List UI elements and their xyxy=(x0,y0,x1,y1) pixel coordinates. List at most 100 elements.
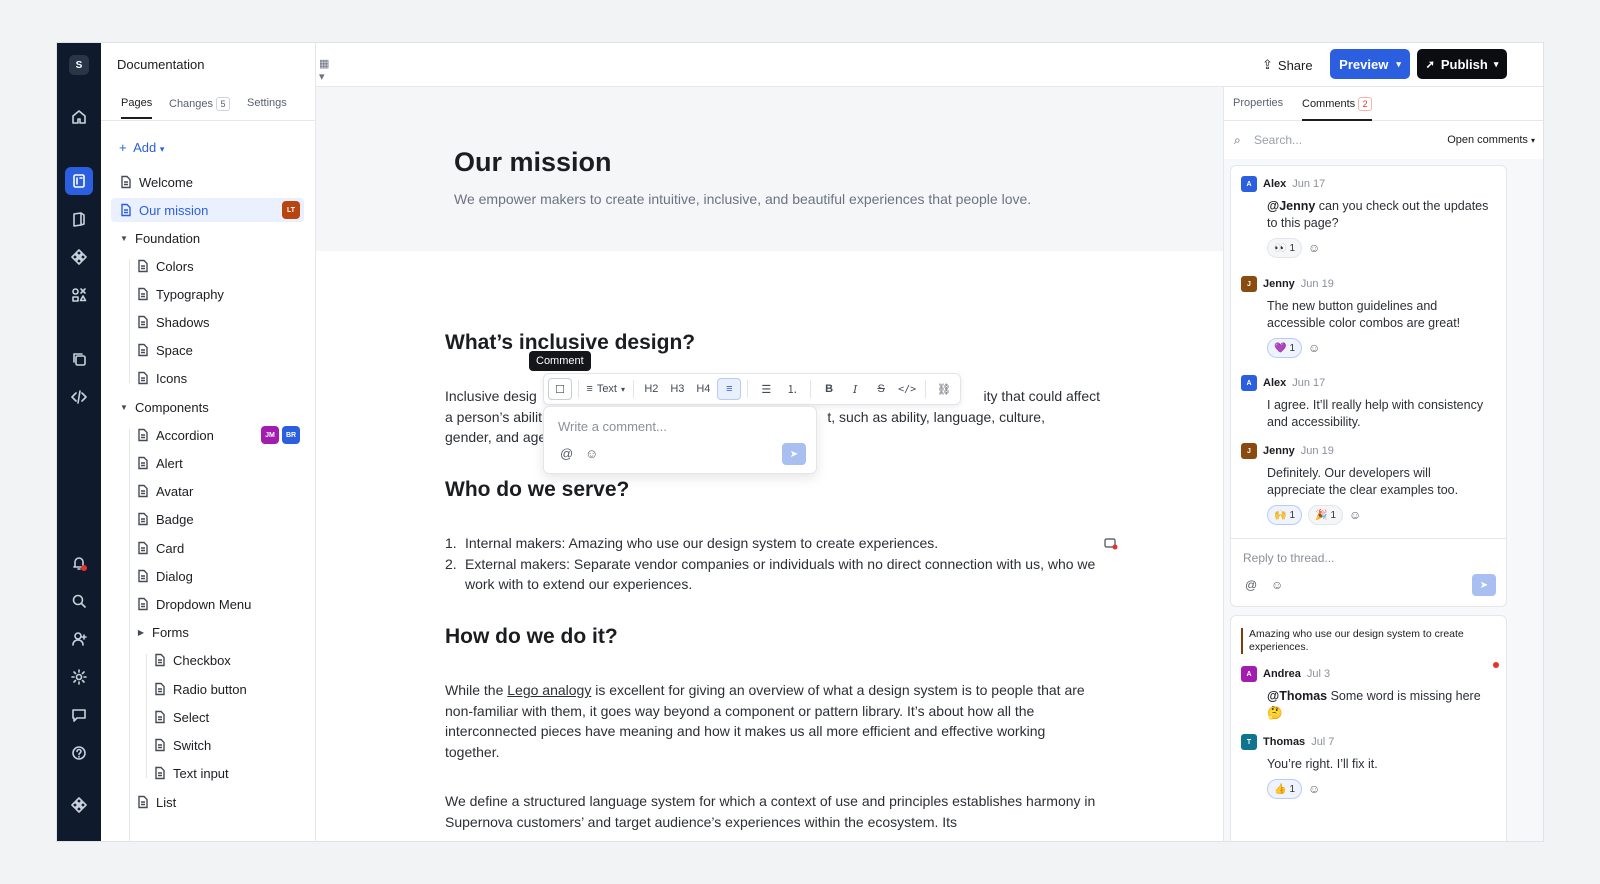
reaction-chip[interactable]: 🙌 1 xyxy=(1267,505,1303,525)
page-title[interactable]: Our mission xyxy=(454,147,612,178)
send-icon[interactable]: ➤ xyxy=(782,443,806,465)
mention[interactable]: @Thomas xyxy=(1267,689,1327,703)
caret-right-icon[interactable]: ▶ xyxy=(136,628,146,637)
brand-icon[interactable] xyxy=(65,791,93,819)
avatar[interactable]: J xyxy=(1241,276,1257,292)
avatar[interactable]: A xyxy=(1241,666,1257,682)
comment-author[interactable]: Alex xyxy=(1263,377,1286,389)
heading-2-button[interactable]: H2 xyxy=(639,378,663,400)
tab-comments[interactable]: Comments 2 xyxy=(1302,97,1373,121)
comment-author[interactable]: Alex xyxy=(1263,178,1286,190)
reaction-chip[interactable]: 👀 1 xyxy=(1267,238,1303,258)
publish-button[interactable]: ➚ Publish ▾ xyxy=(1417,49,1507,79)
comment-marker-icon[interactable] xyxy=(1104,537,1118,551)
comment-button[interactable]: ☐ xyxy=(548,378,572,400)
preview-button[interactable]: Preview ▾ xyxy=(1330,49,1410,79)
sidebar-item[interactable]: List xyxy=(128,790,304,814)
tab-properties[interactable]: Properties xyxy=(1233,97,1283,117)
code-icon[interactable]: </> xyxy=(895,378,919,400)
copy-icon[interactable] xyxy=(65,345,93,373)
comment-input[interactable]: Write a comment... xyxy=(558,419,667,434)
sidebar-item[interactable]: Dialog xyxy=(128,564,304,588)
add-reaction-icon[interactable]: ☺ xyxy=(1349,508,1361,522)
reaction-chip[interactable]: 💜 1 xyxy=(1267,338,1303,358)
chevron-down-icon[interactable]: ▾ xyxy=(1494,59,1499,70)
notifications-icon[interactable] xyxy=(65,549,93,577)
avatar[interactable]: J xyxy=(1241,443,1257,459)
reaction-chip[interactable]: 👍 1 xyxy=(1267,779,1303,799)
caret-down-icon[interactable]: ▼ xyxy=(119,234,129,243)
sidebar-item[interactable]: Welcome xyxy=(111,170,304,194)
sidebar-item[interactable]: Badge xyxy=(128,507,304,531)
sidebar-item[interactable]: Accordion JM BR xyxy=(128,423,304,447)
list-item[interactable]: 1. Internal makers: Amazing who use our d… xyxy=(445,533,1100,554)
mention-icon[interactable]: @ xyxy=(560,446,573,461)
lego-analogy-link[interactable]: Lego analogy xyxy=(507,682,591,698)
paragraph[interactable]: While the Lego analogy is excellent for … xyxy=(445,680,1100,762)
share-button[interactable]: ⇪ Share xyxy=(1262,51,1313,79)
chat-icon[interactable] xyxy=(65,701,93,729)
sidebar-item[interactable]: Radio button xyxy=(145,677,304,701)
page-subtitle[interactable]: We empower makers to create intuitive, i… xyxy=(454,191,1031,207)
avatar[interactable]: BR xyxy=(282,426,300,444)
emoji-icon[interactable]: ☺ xyxy=(585,446,598,461)
documentation-icon[interactable] xyxy=(65,167,93,195)
sidebar-item[interactable]: ▼ Foundation xyxy=(111,226,304,250)
caret-down-icon[interactable]: ▼ xyxy=(119,403,129,412)
add-reaction-icon[interactable]: ☺ xyxy=(1308,341,1320,355)
sidebar-item[interactable]: Dropdown Menu xyxy=(128,592,304,616)
add-reaction-icon[interactable]: ☺ xyxy=(1308,782,1320,796)
sidebar-item[interactable]: Avatar xyxy=(128,479,304,503)
heading-4-button[interactable]: H4 xyxy=(691,378,715,400)
section-heading[interactable]: How do we do it? xyxy=(445,625,618,649)
text-style-select[interactable]: ≡ Text ▾ xyxy=(585,378,627,400)
add-reaction-icon[interactable]: ☺ xyxy=(1308,241,1320,255)
avatar[interactable]: A xyxy=(1241,375,1257,391)
sidebar-item[interactable]: Checkbox xyxy=(145,648,304,672)
comment-author[interactable]: Jenny xyxy=(1263,445,1295,457)
paragraph[interactable]: We define a structured language system f… xyxy=(445,791,1100,832)
heading-3-button[interactable]: H3 xyxy=(665,378,689,400)
workspace-logo[interactable]: S xyxy=(69,55,89,75)
comments-filter-select[interactable]: Open comments ▾ xyxy=(1447,134,1535,146)
comment-author[interactable]: Jenny xyxy=(1263,278,1295,290)
sidebar-item[interactable]: Text input xyxy=(145,761,304,785)
sidebar-item[interactable]: ▼ Components xyxy=(111,395,304,419)
comments-search-input[interactable]: Search... xyxy=(1254,133,1302,147)
tab-settings[interactable]: Settings xyxy=(247,97,287,117)
chevron-down-icon[interactable]: ▾ xyxy=(1396,59,1401,70)
align-left-icon[interactable]: ≡ xyxy=(717,378,742,400)
sidebar-item[interactable]: Alert xyxy=(128,451,304,475)
avatar[interactable]: T xyxy=(1241,734,1257,750)
comment-author[interactable]: Andrea xyxy=(1263,668,1301,680)
sidebar-item[interactable]: ▶ Forms xyxy=(128,620,304,644)
home-icon[interactable] xyxy=(65,103,93,131)
avatar[interactable]: A xyxy=(1241,176,1257,192)
sidebar-item[interactable]: Space xyxy=(128,338,304,362)
mention[interactable]: @Jenny xyxy=(1267,199,1315,213)
sidebar-item[interactable]: Typography xyxy=(128,282,304,306)
sidebar-item[interactable]: Our mission LT xyxy=(111,198,304,222)
sidebar-item[interactable]: Switch xyxy=(145,733,304,757)
strikethrough-icon[interactable]: S xyxy=(869,378,893,400)
emoji-icon[interactable]: ☺ xyxy=(1271,578,1283,592)
ordered-list[interactable]: 1. Internal makers: Amazing who use our d… xyxy=(445,533,1100,595)
bold-icon[interactable]: B xyxy=(817,378,841,400)
sidebar-item[interactable]: Shadows xyxy=(128,310,304,334)
avatar[interactable]: JM xyxy=(261,426,279,444)
help-icon[interactable] xyxy=(65,739,93,767)
tab-pages[interactable]: Pages xyxy=(121,97,153,119)
comment-author[interactable]: Thomas xyxy=(1263,736,1305,748)
add-user-icon[interactable] xyxy=(65,625,93,653)
components-icon[interactable] xyxy=(65,243,93,271)
reply-input[interactable]: Reply to thread... xyxy=(1243,551,1334,565)
section-heading[interactable]: Who do we serve? xyxy=(445,478,629,502)
send-icon[interactable]: ➤ xyxy=(1472,574,1496,596)
avatar[interactable]: LT xyxy=(282,201,300,219)
sidebar-item[interactable]: Icons xyxy=(128,366,304,390)
numbered-list-icon[interactable]: ⒈ xyxy=(780,378,804,400)
search-icon[interactable] xyxy=(65,587,93,615)
add-page-button[interactable]: + Add ▾ xyxy=(119,140,164,155)
settings-icon[interactable] xyxy=(65,663,93,691)
list-item[interactable]: 2. External makers: Separate vendor compa… xyxy=(445,554,1100,595)
